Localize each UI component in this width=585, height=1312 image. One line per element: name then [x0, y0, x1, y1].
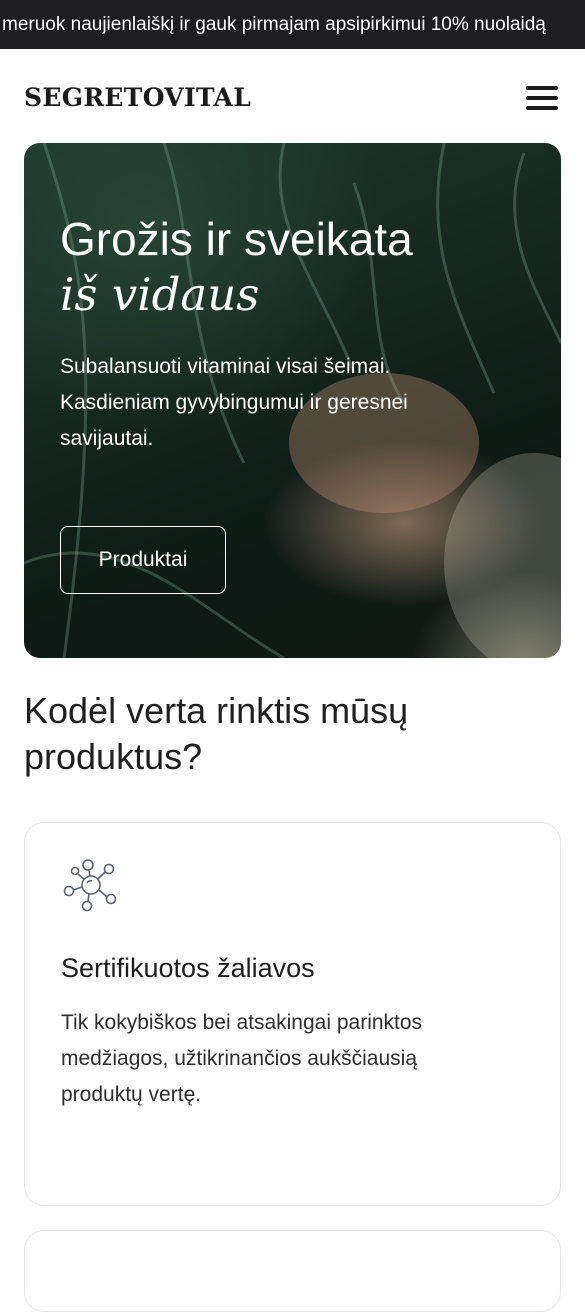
site-logo[interactable]: SEGRETOVITAL: [24, 83, 251, 112]
molecule-icon: [63, 859, 117, 912]
hamburger-menu-icon[interactable]: [522, 84, 560, 114]
announcement-bar: meruok naujienlaiškį ir gauk pirmajam ap…: [0, 0, 585, 49]
section-title: Kodėl verta rinktis mūsų produktus?: [24, 690, 409, 777]
products-button[interactable]: Produktai: [60, 526, 226, 594]
hero-banner: Grožis ir sveikata iš vidaus Subalansuot…: [24, 143, 561, 658]
site-header: SEGRETOVITAL: [0, 49, 585, 143]
hero-title-line1: Grožis ir sveikata: [60, 213, 413, 265]
announcement-text: meruok naujienlaiškį ir gauk pirmajam ap…: [2, 14, 546, 35]
feature-card: Sertifikuotos žaliavos Tik kokybiškos be…: [24, 822, 561, 1206]
hero-title-line2: iš vidaus: [60, 268, 260, 321]
hero-subtitle: Subalansuoti vitaminai visai šeimai. Kas…: [60, 355, 408, 450]
feature-card-title: Sertifikuotos žaliavos: [61, 953, 315, 983]
feature-card-text: Tik kokybiškos bei atsakingai parinktos …: [61, 1011, 423, 1106]
hero-title: Grožis ir sveikata iš vidaus: [60, 211, 413, 323]
feature-card-next: [24, 1230, 561, 1312]
